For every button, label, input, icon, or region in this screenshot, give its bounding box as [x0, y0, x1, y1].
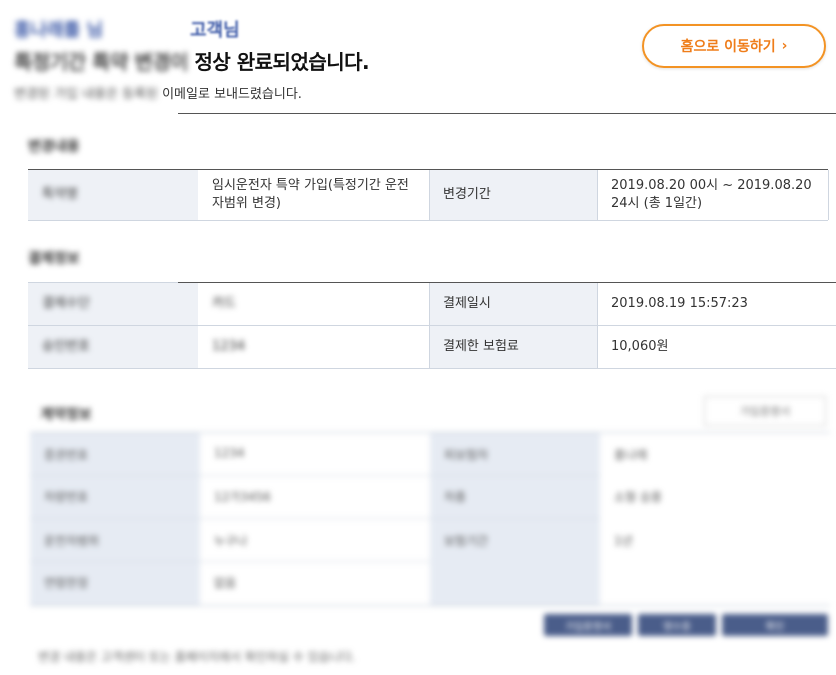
contract-value-2: 12가3456	[214, 490, 271, 504]
contract-right-label-3: 보험기간	[444, 534, 489, 548]
table-bottom-border	[28, 220, 828, 221]
contract-label-4: 연령한정	[44, 576, 89, 590]
change-section-title: 변경내용	[28, 139, 80, 155]
contract-table: 증권번호 1234 피보험자 홍나래 차량번호 12가3456 차종 소형 승용…	[30, 432, 830, 606]
greeting-suffix: 고객님	[190, 20, 240, 41]
headline-blurred: 특정기간 특약 변경이	[14, 50, 189, 74]
period-label-cell: 변경기간	[429, 170, 597, 220]
payment-label-cell: 결제수단	[28, 283, 198, 325]
change-value: 임시운전자 특약 가입(특정기간 운전자범위 변경)	[212, 178, 409, 211]
subline-visible: 이메일로 보내드렸습니다.	[162, 87, 302, 102]
approval-value-cell: 1234	[198, 326, 429, 368]
change-label-cell: 특약명	[28, 170, 198, 220]
bottom-button-3[interactable]: 확인	[722, 614, 828, 636]
contract-right-label-1: 피보험자	[444, 448, 489, 462]
payment-section-title: 결제정보	[28, 251, 80, 267]
contract-right-value-3: 1년	[614, 534, 633, 548]
bottom-button-3-label: 확인	[765, 621, 785, 633]
certificate-button[interactable]: 가입증명서	[704, 396, 826, 426]
page-subline: 변경된 가입 내용은 등록된 이메일로 보내드렸습니다.	[14, 83, 302, 102]
cell-divider	[828, 170, 829, 220]
cell-divider	[429, 283, 430, 368]
row-divider	[30, 561, 430, 562]
contract-right-value-2: 소형 승용	[614, 490, 662, 504]
approval-value: 1234	[212, 339, 246, 354]
contract-value-1: 1234	[214, 446, 245, 460]
bottom-button-1-label: 가입증명서	[565, 621, 611, 633]
table-bottom-border	[28, 368, 836, 369]
header-divider	[178, 113, 836, 114]
period-value-cell: 2019.08.20 00시 ~ 2019.08.20 24시 (총 1일간)	[597, 170, 828, 220]
premium-label: 결제한 보험료	[443, 339, 519, 354]
contract-section-title: 계약정보	[40, 407, 92, 423]
page-headline: 특정기간 특약 변경이 정상 완료되었습니다.	[14, 46, 370, 75]
premium-value-cell: 10,060원	[597, 326, 836, 368]
contract-right-label-2: 차종	[444, 490, 467, 504]
payment-date-value: 2019.08.19 15:57:23	[611, 296, 748, 311]
footer-note: 변경 내용은 고객센터 또는 홈페이지에서 확인하실 수 있습니다.	[38, 650, 356, 664]
payment-date-label-cell: 결제일시	[429, 283, 597, 325]
payment-date-label: 결제일시	[443, 296, 491, 311]
period-label: 변경기간	[443, 187, 491, 202]
contract-right-value-1: 홍나래	[614, 448, 648, 462]
chevron-right-icon: ›	[781, 38, 788, 54]
cell-divider	[597, 283, 598, 368]
subline-blurred: 변경된 가입 내용은 등록된	[14, 87, 163, 102]
period-value: 2019.08.20 00시 ~ 2019.08.20 24시 (총 1일간)	[611, 178, 812, 211]
change-value-cell: 임시운전자 특약 가입(특정기간 운전자범위 변경)	[198, 170, 429, 220]
contract-value-4: 없음	[214, 576, 237, 590]
payment-label: 결제수단	[42, 296, 90, 311]
contract-label-2: 차량번호	[44, 490, 89, 504]
row-divider	[30, 518, 600, 519]
greeting-name: 홍나래를 님	[14, 20, 104, 41]
change-label: 특약명	[42, 187, 78, 202]
premium-label-cell: 결제한 보험료	[429, 326, 597, 368]
contract-label-3: 운전자범위	[44, 534, 100, 548]
contract-label-1: 증권번호	[44, 448, 89, 462]
approval-label-cell: 승인번호	[28, 326, 198, 368]
home-button-label: 홈으로 이동하기	[680, 39, 776, 55]
cell-divider	[597, 170, 598, 220]
table-bottom-border	[30, 605, 830, 606]
certificate-button-label: 가입증명서	[739, 405, 791, 418]
home-button[interactable]: 홈으로 이동하기 ›	[642, 24, 826, 68]
premium-value: 10,060원	[611, 339, 669, 354]
bottom-button-1[interactable]: 가입증명서	[544, 614, 632, 636]
contract-value-3: 누구나	[214, 534, 248, 548]
row-divider	[30, 475, 600, 476]
payment-value-cell: 카드	[198, 283, 429, 325]
payment-value: 카드	[212, 296, 236, 311]
headline-visible: 정상 완료되었습니다.	[188, 50, 370, 74]
bottom-button-2[interactable]: 영수증	[638, 614, 716, 636]
approval-label: 승인번호	[42, 339, 90, 354]
bottom-button-2-label: 영수증	[663, 621, 691, 633]
payment-date-value-cell: 2019.08.19 15:57:23	[597, 283, 836, 325]
cell-divider	[429, 170, 430, 220]
